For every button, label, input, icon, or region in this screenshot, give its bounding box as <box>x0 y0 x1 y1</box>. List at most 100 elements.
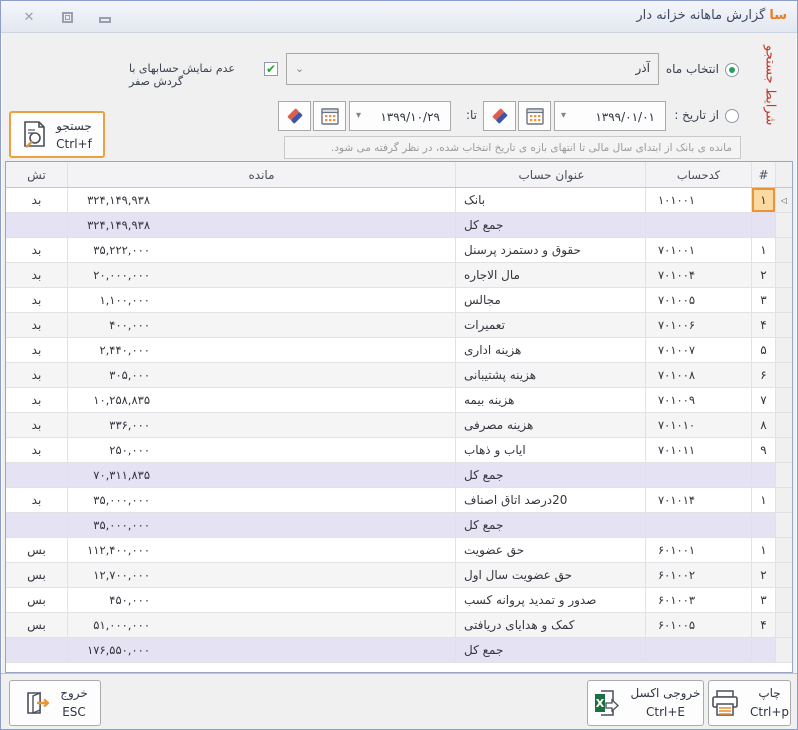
to-date-field[interactable]: ۱۳۹۹/۱۰/۲۹ ▾ <box>349 101 451 131</box>
cell-balance: ۵۱,۰۰۰,۰۰۰ <box>68 613 456 637</box>
table-row[interactable]: بد ۱۰,۲۵۸,۸۳۵ هزینه بیمه ۷۰۱۰۰۹ ۷ <box>6 388 792 413</box>
table-row[interactable]: بد ۲,۴۴۰,۰۰۰ هزینه اداری ۷۰۱۰۰۷ ۵ <box>6 338 792 363</box>
table-row[interactable]: بس ۱۲,۷۰۰,۰۰۰ حق عضویت سال اول ۶۰۱۰۰۲ ۲ <box>6 563 792 588</box>
cell-row-number <box>752 213 776 237</box>
table-row[interactable]: بد ۲۰,۰۰۰,۰۰۰ مال الاجاره ۷۰۱۰۰۴ ۲ <box>6 263 792 288</box>
restore-icon[interactable] <box>59 9 75 25</box>
cell-row-number: ۱ <box>752 188 776 212</box>
cell-row-selector <box>776 463 792 487</box>
cell-account-title: مال الاجاره <box>456 263 646 287</box>
cell-row-selector <box>776 588 792 612</box>
to-calendar-button[interactable] <box>313 101 346 131</box>
from-date-radio[interactable] <box>725 109 739 123</box>
chevron-down-icon: ▾ <box>356 110 361 121</box>
cell-row-number: ۴ <box>752 613 776 637</box>
table-row[interactable]: بد ۴۰۰,۰۰۰ تعمیرات ۷۰۱۰۰۶ ۴ <box>6 313 792 338</box>
cell-account-code <box>646 463 752 487</box>
cell-balance: ۲۰,۰۰۰,۰۰۰ <box>68 263 456 287</box>
month-dropdown[interactable]: آذر ⌄ <box>286 53 659 85</box>
table-row[interactable]: بد ۱,۱۰۰,۰۰۰ مجالس ۷۰۱۰۰۵ ۳ <box>6 288 792 313</box>
table-row[interactable]: بد ۳۲۴,۱۴۹,۹۳۸ بانک ۱۰۱۰۰۱ ۱ ◁ <box>6 188 792 213</box>
cell-status <box>6 463 68 487</box>
column-header-status[interactable]: تش <box>6 162 68 187</box>
table-row[interactable]: بد ۳۵,۲۲۲,۰۰۰ حقوق و دستمزد پرسنل ۷۰۱۰۰۱… <box>6 238 792 263</box>
cell-row-number <box>752 638 776 662</box>
selected-row-marker-icon: ◁ <box>776 188 792 212</box>
from-date-field[interactable]: ۱۳۹۹/۰۱/۰۱ ▾ <box>554 101 666 131</box>
cell-account-code: ۱۰۱۰۰۱ <box>646 188 752 212</box>
app-logo: سا <box>769 8 787 23</box>
table-row[interactable]: بد ۳۳۶,۰۰۰ هزینه مصرفی ۷۰۱۰۱۰ ۸ <box>6 413 792 438</box>
cell-status: بد <box>6 338 68 362</box>
cell-account-title: 20درصد اتاق اصناف <box>456 488 646 512</box>
table-row[interactable]: بس ۱۱۲,۴۰۰,۰۰۰ حق عضویت ۶۰۱۰۰۱ ۱ <box>6 538 792 563</box>
table-row[interactable]: بس ۵۱,۰۰۰,۰۰۰ کمک و هدایای دریافتی ۶۰۱۰۰… <box>6 613 792 638</box>
cell-account-code <box>646 213 752 237</box>
cell-status: بد <box>6 313 68 337</box>
cell-account-title: بانک <box>456 188 646 212</box>
cell-account-code: ۷۰۱۰۰۷ <box>646 338 752 362</box>
from-date-clear-button[interactable] <box>483 101 516 131</box>
cell-status: بد <box>6 188 68 212</box>
cell-account-title: هزینه پشتیبانی <box>456 363 646 387</box>
from-calendar-button[interactable] <box>518 101 551 131</box>
cell-balance: ۱۲,۷۰۰,۰۰۰ <box>68 563 456 587</box>
cell-balance: ۱۰,۲۵۸,۸۳۵ <box>68 388 456 412</box>
cell-status: بد <box>6 363 68 387</box>
cell-balance: ۳۲۴,۱۴۹,۹۳۸ <box>68 213 456 237</box>
cell-row-number: ۲ <box>752 563 776 587</box>
cell-balance: ۷۰,۳۱۱,۸۳۵ <box>68 463 456 487</box>
cell-account-title: حق عضویت <box>456 538 646 562</box>
cell-row-number: ۳ <box>752 588 776 612</box>
to-date-clear-button[interactable] <box>278 101 311 131</box>
table-row[interactable]: بد ۲۵۰,۰۰۰ ایاب و ذهاب ۷۰۱۰۱۱ ۹ <box>6 438 792 463</box>
table-header-row: تش مانده عنوان حساب کدحساب # <box>6 162 792 188</box>
cell-account-title: هزینه اداری <box>456 338 646 362</box>
cell-status: بد <box>6 438 68 462</box>
cell-account-title: مجالس <box>456 288 646 312</box>
column-header-num[interactable]: # <box>752 162 776 187</box>
calendar-icon <box>320 106 340 126</box>
cell-account-code: ۷۰۱۰۱۴ <box>646 488 752 512</box>
window-title: گزارش ماهانه خزانه دار <box>636 8 765 23</box>
column-header-code[interactable]: کدحساب <box>646 162 752 187</box>
table-row[interactable]: ۱۷۶,۵۵۰,۰۰۰ جمع کل <box>6 638 792 663</box>
table-row[interactable]: ۷۰,۳۱۱,۸۳۵ جمع کل <box>6 463 792 488</box>
close-icon[interactable]: ✕ <box>21 9 37 25</box>
cell-row-selector <box>776 513 792 537</box>
eraser-icon <box>285 106 305 126</box>
cell-row-number: ۱ <box>752 538 776 562</box>
cell-row-selector <box>776 313 792 337</box>
print-button-shortcut: Ctrl+p <box>750 703 789 722</box>
search-button[interactable]: جستجو Ctrl+f <box>9 111 105 158</box>
table-row[interactable]: بد ۳۵,۰۰۰,۰۰۰ 20درصد اتاق اصناف ۷۰۱۰۱۴ ۱ <box>6 488 792 513</box>
cell-account-title: حق عضویت سال اول <box>456 563 646 587</box>
exit-button[interactable]: خروج ESC <box>9 680 101 726</box>
hide-zero-turnover-label: عدم نمایش حسابهای با گردش صفر <box>129 62 261 88</box>
column-header-balance[interactable]: مانده <box>68 162 456 187</box>
table-row[interactable]: بد ۳۰۵,۰۰۰ هزینه پشتیبانی ۷۰۱۰۰۸ ۶ <box>6 363 792 388</box>
print-button[interactable]: چاپ Ctrl+p <box>708 680 791 726</box>
cell-balance: ۱۷۶,۵۵۰,۰۰۰ <box>68 638 456 662</box>
select-month-radio[interactable] <box>725 63 739 77</box>
cell-account-title: حقوق و دستمزد پرسنل <box>456 238 646 262</box>
cell-row-number: ۴ <box>752 313 776 337</box>
hide-zero-turnover-checkbox[interactable]: ✔ <box>264 62 278 76</box>
cell-row-number: ۶ <box>752 363 776 387</box>
cell-row-number: ۵ <box>752 338 776 362</box>
printer-icon <box>710 688 740 718</box>
cell-row-number: ۷ <box>752 388 776 412</box>
cell-status <box>6 213 68 237</box>
cell-account-title: ایاب و ذهاب <box>456 438 646 462</box>
bank-balance-note: مانده ی بانک از ابتدای سال مالی تا انتها… <box>284 136 741 159</box>
cell-row-selector <box>776 638 792 662</box>
table-row[interactable]: ۳۲۴,۱۴۹,۹۳۸ جمع کل <box>6 213 792 238</box>
table-row[interactable]: بس ۴۵۰,۰۰۰ صدور و تمدید پروانه کسب ۶۰۱۰۰… <box>6 588 792 613</box>
cell-row-selector <box>776 263 792 287</box>
minimize-icon[interactable] <box>97 9 113 25</box>
cell-account-code: ۶۰۱۰۰۲ <box>646 563 752 587</box>
calendar-icon <box>525 106 545 126</box>
column-header-title[interactable]: عنوان حساب <box>456 162 646 187</box>
excel-export-button[interactable]: X خروجی اکسل Ctrl+E <box>587 680 704 726</box>
table-row[interactable]: ۳۵,۰۰۰,۰۰۰ جمع کل <box>6 513 792 538</box>
